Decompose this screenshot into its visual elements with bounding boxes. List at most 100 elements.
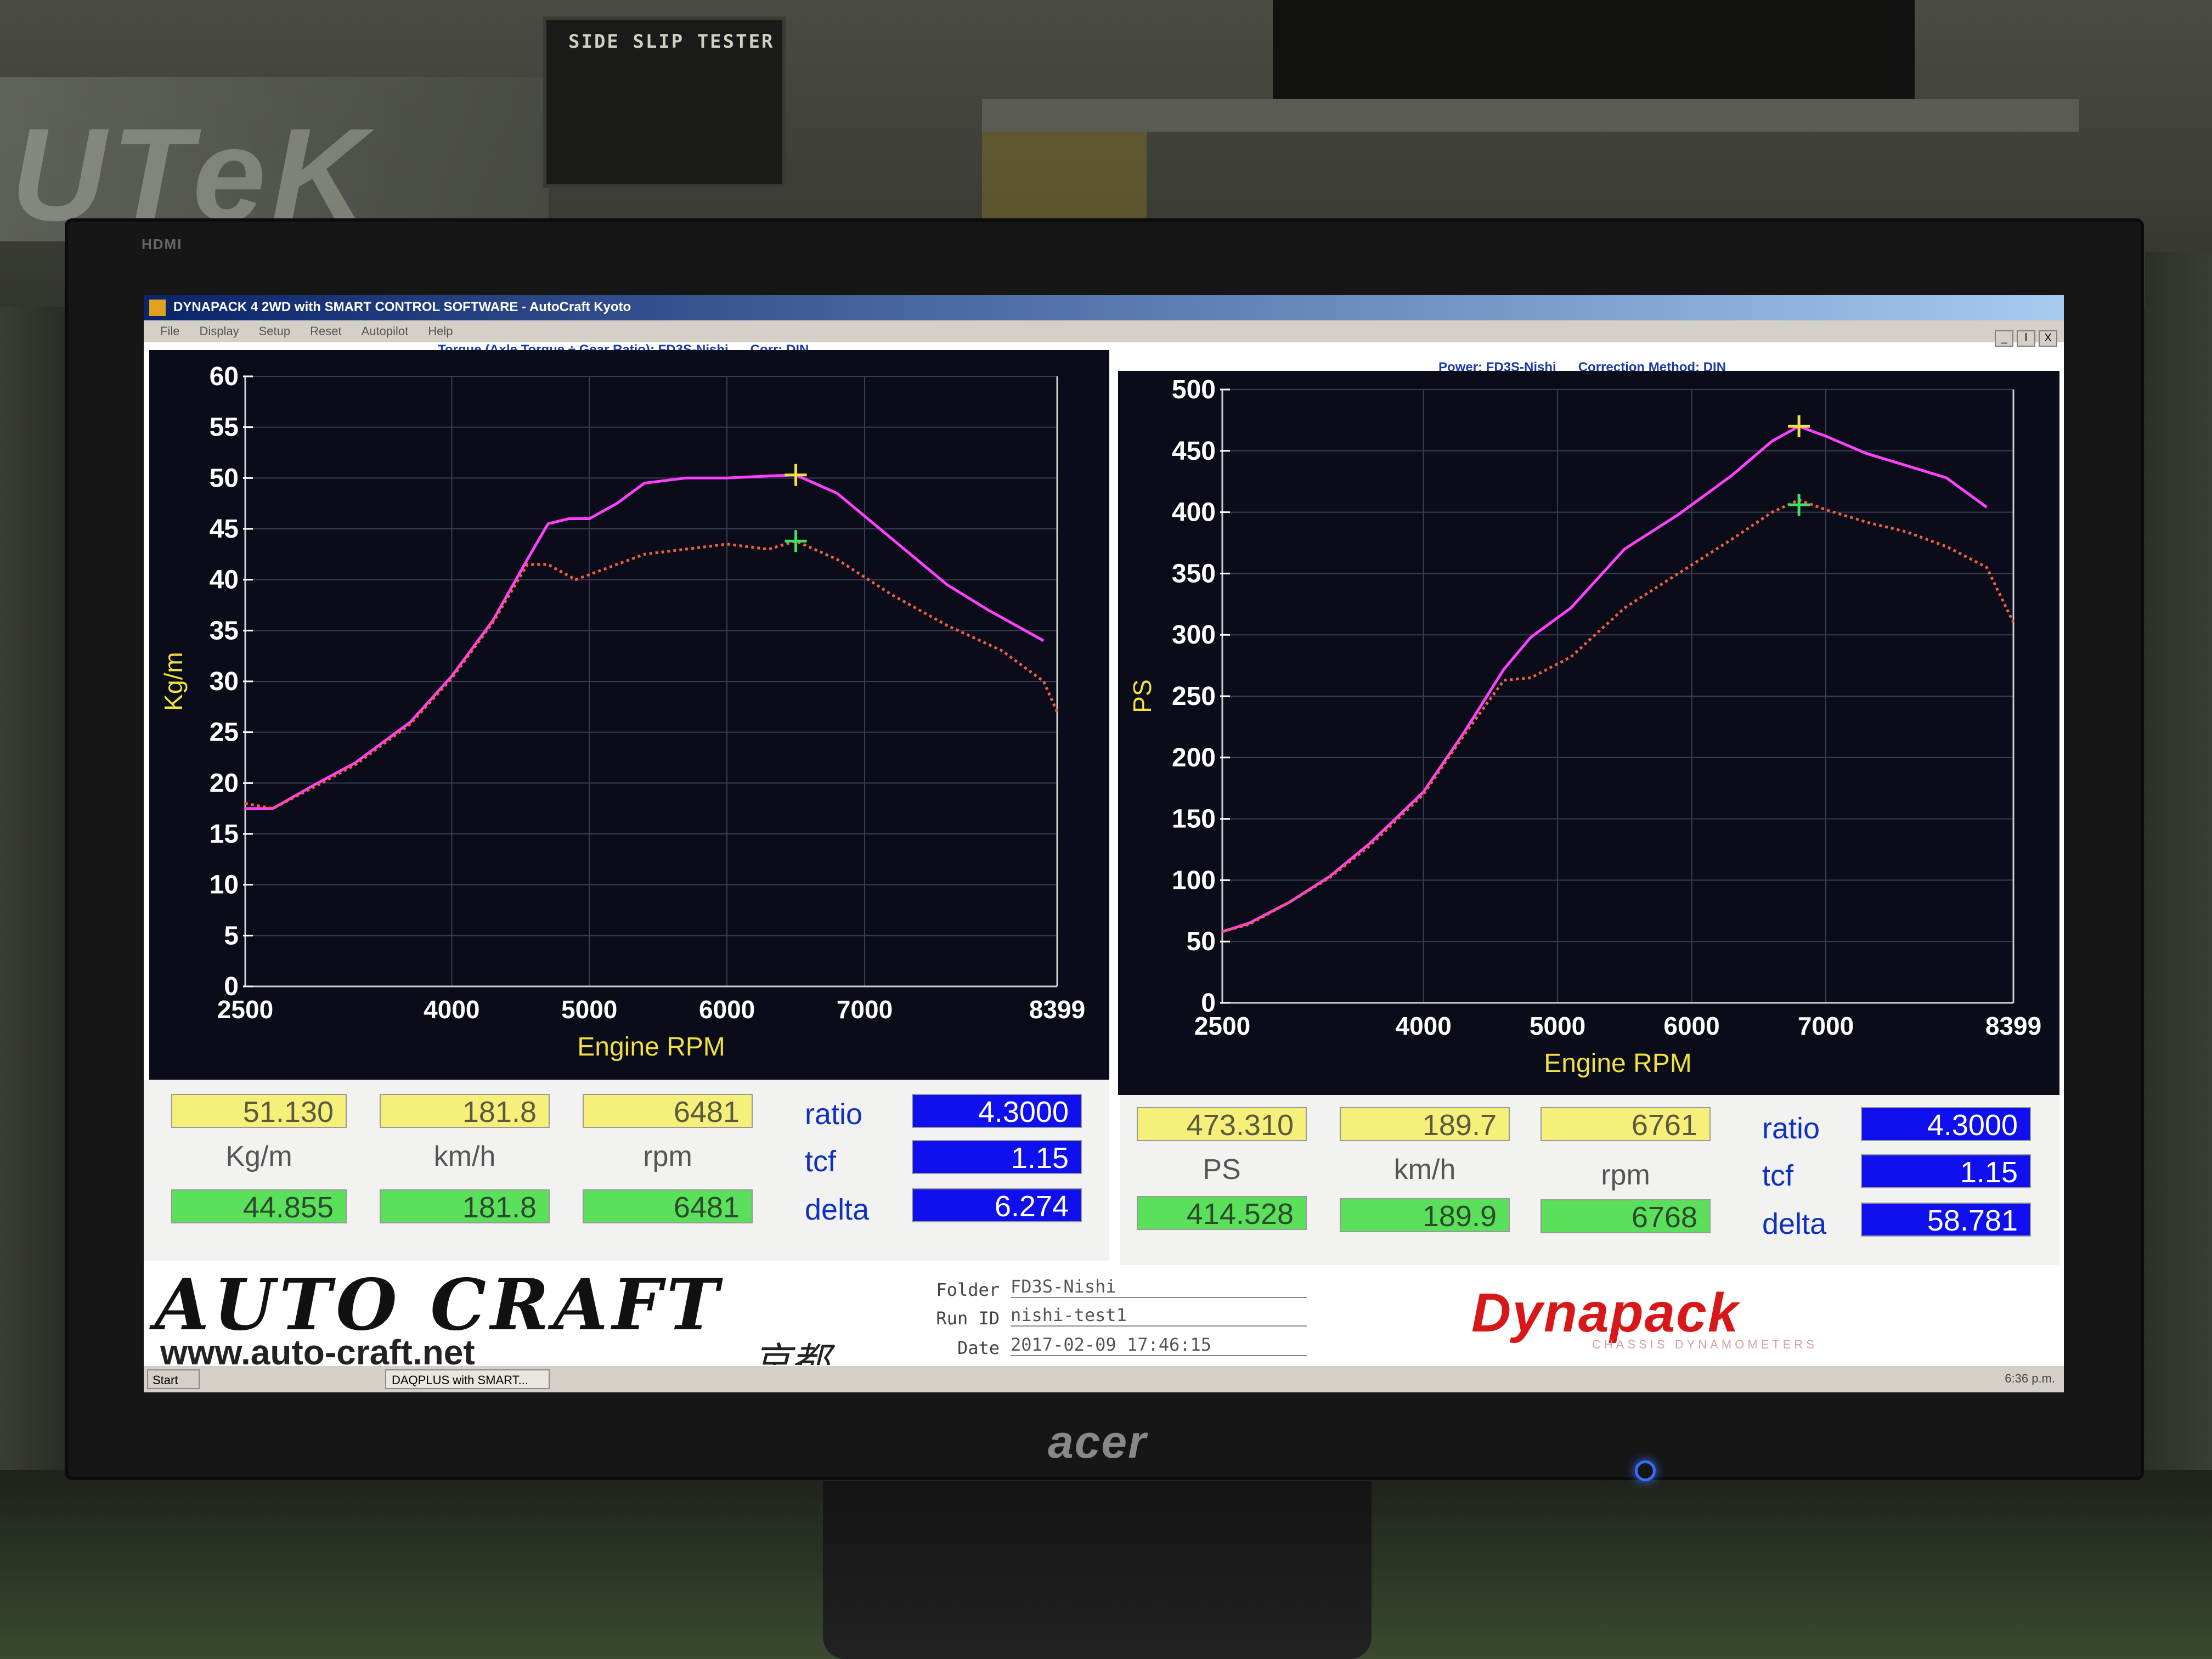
torque-chart: 0510152025303540455055602500 4000 5000 6000… xyxy=(159,362,1085,1062)
date-label: Date xyxy=(957,1338,1000,1358)
y-tick-label: 30 xyxy=(210,667,239,696)
torque-chart-panel: 0 5 10 15 20 25 30 35 40 45 50 55 60 2500 4000 5000 6000… xyxy=(149,350,1109,1080)
x-tick-label: 6000 xyxy=(699,995,755,1024)
menu-autopilot[interactable]: Autopilot xyxy=(362,320,409,342)
torque-secondary-readout: 44.855 xyxy=(171,1189,347,1224)
menu-file[interactable]: File xyxy=(160,320,179,342)
y-tick-label: 50 xyxy=(1187,927,1216,956)
tester-label: SIDE SLIP TESTER xyxy=(568,31,775,53)
delta-value: 6.274 xyxy=(912,1188,1082,1223)
rpm-readout: 6761 xyxy=(1541,1107,1711,1142)
menu-help[interactable]: Help xyxy=(428,320,453,342)
delta-label: delta xyxy=(1762,1207,1827,1240)
ratio-label: ratio xyxy=(1762,1112,1820,1145)
tcf-value: 1.15 xyxy=(912,1140,1082,1175)
window-titlebar: DYNAPACK 4 2WD with SMART CONTROL SOFTWA… xyxy=(144,295,2064,320)
ratio-label: ratio xyxy=(805,1098,863,1131)
x-tick-label: 7000 xyxy=(1798,1012,1854,1040)
taskbar: Start DAQPLUS with SMART... 6:36 p.m. xyxy=(144,1365,2064,1392)
background-right xyxy=(2145,252,2212,1659)
hdmi-label: HDMI xyxy=(142,236,183,252)
y-tick-label: 250 xyxy=(1172,682,1216,711)
y-tick-label: 300 xyxy=(1172,620,1216,650)
side-slip-tester: SIDE SLIP TESTER xyxy=(543,16,786,188)
menubar: File Display Setup Reset Autopilot Help xyxy=(144,320,2064,342)
ratio-value: 4.3000 xyxy=(1861,1107,2031,1142)
footer-banner: AUTO CRAFT www.auto-craft.net 京都 Folder … xyxy=(144,1264,2064,1384)
x-tick-label: 5000 xyxy=(1530,1012,1585,1040)
x-tick-label: 6000 xyxy=(1663,1012,1719,1040)
app-icon xyxy=(149,300,166,316)
power-icon[interactable] xyxy=(1635,1460,1656,1481)
start-button[interactable]: Start xyxy=(147,1369,200,1389)
restore-button[interactable]: ǀ xyxy=(2017,330,2035,347)
torque-readouts: 51.130 181.8 6481 Kg/m km/h rpm 44.855 1… xyxy=(144,1080,1109,1261)
y-tick-label: 55 xyxy=(210,413,239,442)
speed-readout: 189.7 xyxy=(1340,1107,1510,1142)
y-tick-label: 450 xyxy=(1172,437,1216,466)
tcf-value: 1.15 xyxy=(1861,1154,2031,1189)
x-tick-label: 4000 xyxy=(424,995,479,1024)
window-controls: _ ǀ X xyxy=(1995,330,2057,347)
rpm-unit: rpm xyxy=(643,1141,692,1172)
y-tick-label: 50 xyxy=(210,464,239,493)
series-line-0 xyxy=(1222,425,1988,933)
x-tick-label: 5000 xyxy=(561,995,617,1024)
y-tick-label: 100 xyxy=(1172,866,1216,895)
speed-unit: km/h xyxy=(433,1141,496,1172)
y-tick-label: 60 xyxy=(210,362,239,391)
power-unit: PS xyxy=(1203,1154,1241,1186)
y-tick-label: 5 xyxy=(224,921,239,950)
series-line-1 xyxy=(245,539,1059,810)
dynapack-subtitle: CHASSIS DYNAMOMETERS xyxy=(1592,1338,1818,1351)
y-tick-label: 20 xyxy=(210,769,239,798)
folder-label: Folder xyxy=(936,1279,1000,1300)
taskbar-app-button[interactable]: DAQPLUS with SMART... xyxy=(385,1369,550,1389)
y-tick-label: 400 xyxy=(1172,498,1216,527)
close-button[interactable]: X xyxy=(2039,330,2057,347)
background-shelf xyxy=(982,99,2079,132)
y-axis-label: PS xyxy=(1128,679,1156,713)
y-tick-label: 350 xyxy=(1172,559,1216,588)
x-tick-label: 4000 xyxy=(1396,1012,1452,1040)
rpm-secondary-readout: 6481 xyxy=(583,1189,753,1224)
ratio-value: 4.3000 xyxy=(912,1094,1082,1128)
dynapack-logo: Dynapack xyxy=(1471,1282,1740,1344)
tcf-label: tcf xyxy=(805,1145,837,1178)
monitor-stand xyxy=(823,1481,1372,1659)
y-tick-label: 40 xyxy=(210,566,239,595)
menu-setup[interactable]: Setup xyxy=(259,320,291,342)
folder-value: FD3S-Nishi xyxy=(1011,1276,1307,1298)
power-readouts: 473.310 189.7 6761 PS km/h rpm 414.528 1… xyxy=(1120,1095,2059,1265)
runid-label: Run ID xyxy=(936,1308,1000,1329)
torque-max-readout: 51.130 xyxy=(171,1094,347,1128)
x-tick-label: 8399 xyxy=(1029,995,1085,1024)
x-tick-label: 2500 xyxy=(217,995,273,1024)
minimize-button[interactable]: _ xyxy=(1995,330,2013,347)
window-title: DYNAPACK 4 2WD with SMART CONTROL SOFTWA… xyxy=(173,300,631,314)
wall-sign: UTeK xyxy=(0,77,549,248)
date-value: 2017-02-09 17:46:15 xyxy=(1011,1334,1307,1356)
power-secondary-readout: 414.528 xyxy=(1137,1196,1307,1231)
screen: DYNAPACK 4 2WD with SMART CONTROL SOFTWA… xyxy=(144,295,2064,1392)
delta-label: delta xyxy=(805,1193,870,1226)
menu-reset[interactable]: Reset xyxy=(310,320,341,342)
background-left xyxy=(0,307,66,1659)
torque-unit: Kg/m xyxy=(225,1141,292,1172)
y-tick-label: 45 xyxy=(210,515,239,544)
rpm-secondary-readout: 6768 xyxy=(1541,1199,1711,1234)
tcf-label: tcf xyxy=(1762,1159,1794,1192)
y-tick-label: 25 xyxy=(210,718,239,747)
runid-value: nishi-test1 xyxy=(1011,1305,1307,1327)
y-tick-label: 10 xyxy=(210,871,239,900)
speed-readout: 181.8 xyxy=(380,1094,550,1128)
rpm-readout: 6481 xyxy=(583,1094,753,1128)
speed-secondary-readout: 189.9 xyxy=(1340,1198,1510,1233)
y-tick-label: 15 xyxy=(210,820,239,849)
x-axis-label: Engine RPM xyxy=(1544,1049,1691,1078)
speed-unit: km/h xyxy=(1393,1154,1456,1186)
menu-display[interactable]: Display xyxy=(199,320,239,342)
background-window xyxy=(1273,0,1915,115)
tray-clock: 6:36 p.m. xyxy=(2005,1372,2055,1385)
y-tick-label: 500 xyxy=(1172,375,1216,404)
